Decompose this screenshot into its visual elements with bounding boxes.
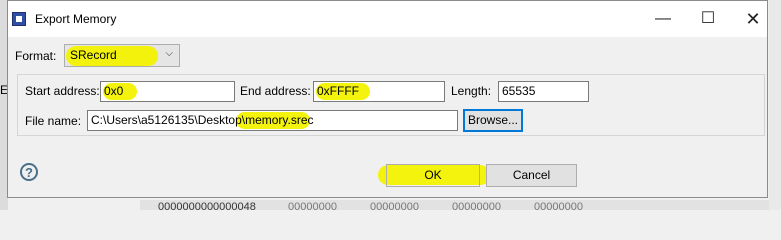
start-address-input[interactable]: 0x0: [100, 81, 235, 102]
end-address-input[interactable]: 0xFFFF: [313, 81, 445, 102]
file-name-input[interactable]: C:\Users\a5126135\Desktop\memory.srec: [87, 110, 458, 131]
browse-button[interactable]: Browse...: [463, 109, 523, 132]
background-memory-rows: 0000000000000048 00000000 00000000 00000…: [140, 200, 769, 213]
memory-cell: 00000000: [288, 201, 337, 213]
export-memory-dialog: Export Memory — ☐ ✕ Format: SRecord ⌵ St…: [7, 0, 768, 198]
length-value: 65535: [502, 84, 536, 98]
memory-cell: 00000000: [534, 201, 583, 213]
format-selected-value: SRecord: [70, 48, 117, 62]
help-icon[interactable]: ?: [20, 163, 38, 181]
memory-cell: 00000000: [452, 201, 501, 213]
start-address-value: 0x0: [104, 84, 124, 98]
maximize-button[interactable]: ☐: [688, 6, 728, 32]
ok-button[interactable]: OK: [386, 164, 480, 187]
minimize-button[interactable]: —: [643, 6, 683, 32]
cancel-button[interactable]: Cancel: [486, 164, 577, 187]
length-label: Length:: [451, 84, 492, 98]
format-dropdown[interactable]: SRecord ⌵: [64, 44, 180, 67]
chevron-down-icon: ⌵: [165, 48, 173, 59]
file-name-label: File name:: [25, 114, 82, 128]
start-address-label: Start address:: [25, 84, 100, 98]
memory-cell: 00000000: [370, 201, 419, 213]
format-label: Format:: [15, 49, 57, 63]
app-icon: [12, 12, 26, 26]
end-address-value: 0xFFFF: [317, 84, 359, 98]
length-input[interactable]: 65535: [498, 81, 589, 102]
end-address-label: End address:: [240, 84, 311, 98]
close-button[interactable]: ✕: [733, 6, 773, 32]
memory-cell: 0000000000000048: [158, 201, 256, 213]
file-name-value: C:\Users\a5126135\Desktop\memory.srec: [91, 113, 314, 127]
title-bar[interactable]: Export Memory — ☐ ✕: [8, 1, 767, 37]
dialog-title: Export Memory: [35, 12, 117, 26]
